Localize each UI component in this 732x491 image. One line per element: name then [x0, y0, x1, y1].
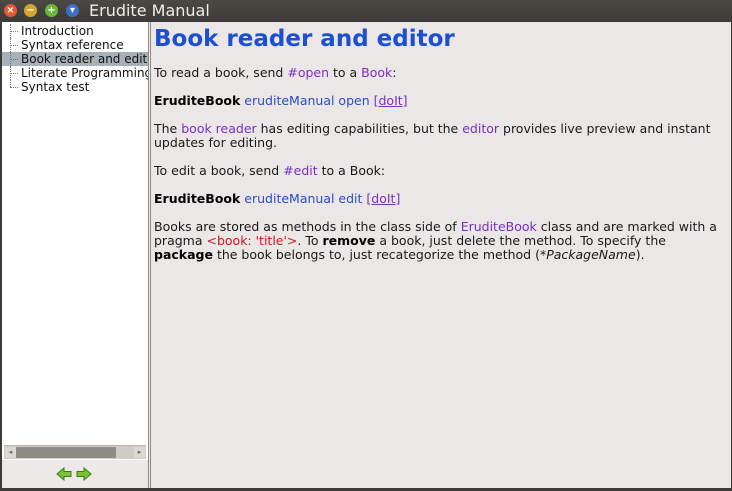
- window-title: Erudite Manual: [89, 1, 210, 20]
- erudite-manual-window: × − + ▾ Erudite Manual Introduction Synt…: [0, 0, 732, 491]
- toc-item-literate-programming[interactable]: Literate Programming: [2, 66, 148, 80]
- text: the book belongs to, just recategorize t…: [212, 247, 540, 262]
- text: :: [392, 65, 397, 80]
- class-name-bold: EruditeBook: [154, 191, 241, 206]
- book-page: Book reader and editor To read a book, s…: [154, 22, 724, 262]
- paragraph-read-book: To read a book, send #open to a Book:: [154, 66, 397, 80]
- paragraph-storage: Books are stored as methods in the class…: [154, 220, 722, 262]
- book-reader-link[interactable]: book reader: [181, 121, 256, 136]
- symbol-open-link[interactable]: #open: [287, 65, 329, 80]
- paragraph-editing: The book reader has editing capabilities…: [154, 122, 722, 150]
- toc-item-label: Introduction: [21, 24, 94, 38]
- italic-package-name: *PackageName: [539, 247, 636, 262]
- paragraph-edit-book: To edit a book, send #edit to a Book:: [154, 164, 385, 178]
- scrollbar-thumb[interactable]: [16, 447, 116, 458]
- forward-arrow-icon[interactable]: [76, 467, 92, 481]
- minimize-icon[interactable]: −: [24, 4, 37, 17]
- back-arrow-icon[interactable]: [56, 467, 72, 481]
- bold-remove: remove: [322, 233, 376, 248]
- toc-item-label: Literate Programming: [21, 66, 148, 80]
- code-edit-manual: EruditeBook eruditeManual edit [doIt]: [154, 192, 400, 206]
- toc-horizontal-scrollbar[interactable]: ◂ ▸: [4, 445, 146, 459]
- tree-branch-line: [10, 52, 19, 66]
- code-expression: eruditeManual open: [240, 93, 374, 108]
- toc-item-syntax-reference[interactable]: Syntax reference: [2, 38, 148, 52]
- text: has editing capabilities, but the: [256, 121, 463, 136]
- doit-open-link[interactable]: [doIt]: [374, 93, 408, 108]
- toc-item-label: Syntax reference: [21, 38, 124, 52]
- tree-branch-line: [10, 24, 19, 38]
- page-title: Book reader and editor: [154, 26, 455, 52]
- title-bar[interactable]: × − + ▾ Erudite Manual: [0, 0, 732, 22]
- tree-branch-line: [10, 38, 19, 52]
- doit-edit-link[interactable]: [doIt]: [366, 191, 400, 206]
- toc-item-book-reader-and-editor[interactable]: Book reader and editor: [2, 52, 148, 66]
- scroll-left-icon[interactable]: ◂: [5, 447, 16, 458]
- maximize-icon[interactable]: +: [45, 4, 58, 17]
- book-content-pane: Book reader and editor To read a book, s…: [150, 22, 731, 488]
- text: Books are stored as methods in the class…: [154, 219, 461, 234]
- toc-item-introduction[interactable]: Introduction: [2, 24, 148, 38]
- tree-branch-line: [10, 66, 19, 80]
- text: To edit a book, send: [154, 163, 284, 178]
- symbol-edit-link[interactable]: #edit: [283, 163, 317, 178]
- navigation-bar: [2, 460, 148, 488]
- scroll-right-icon[interactable]: ▸: [134, 447, 145, 458]
- class-book-link[interactable]: Book: [361, 65, 392, 80]
- toc-tree: Introduction Syntax reference Book reade…: [2, 24, 148, 444]
- table-of-contents-pane: Introduction Syntax reference Book reade…: [2, 22, 149, 488]
- window-menu-icon[interactable]: ▾: [66, 4, 79, 17]
- text: to a Book:: [317, 163, 386, 178]
- text: ).: [635, 247, 645, 262]
- text: To read a book, send: [154, 65, 288, 80]
- toc-item-label: Syntax test: [21, 80, 90, 94]
- tree-branch-line: [10, 80, 19, 94]
- code-open-manual: EruditeBook eruditeManual open [doIt]: [154, 94, 408, 108]
- close-icon[interactable]: ×: [4, 4, 17, 17]
- text: a book, just delete the method. To speci…: [375, 233, 666, 248]
- bold-package: package: [154, 247, 213, 262]
- text: . To: [297, 233, 323, 248]
- editor-link[interactable]: editor: [462, 121, 499, 136]
- text: The: [154, 121, 182, 136]
- class-name-bold: EruditeBook: [154, 93, 241, 108]
- code-expression: eruditeManual edit: [240, 191, 367, 206]
- toc-item-label: Book reader and editor: [21, 52, 148, 66]
- toc-item-syntax-test[interactable]: Syntax test: [2, 80, 148, 94]
- class-eruditebook-link[interactable]: EruditeBook: [461, 219, 537, 234]
- text: to a: [329, 65, 362, 80]
- pragma-code: <book: 'title'>: [206, 233, 298, 248]
